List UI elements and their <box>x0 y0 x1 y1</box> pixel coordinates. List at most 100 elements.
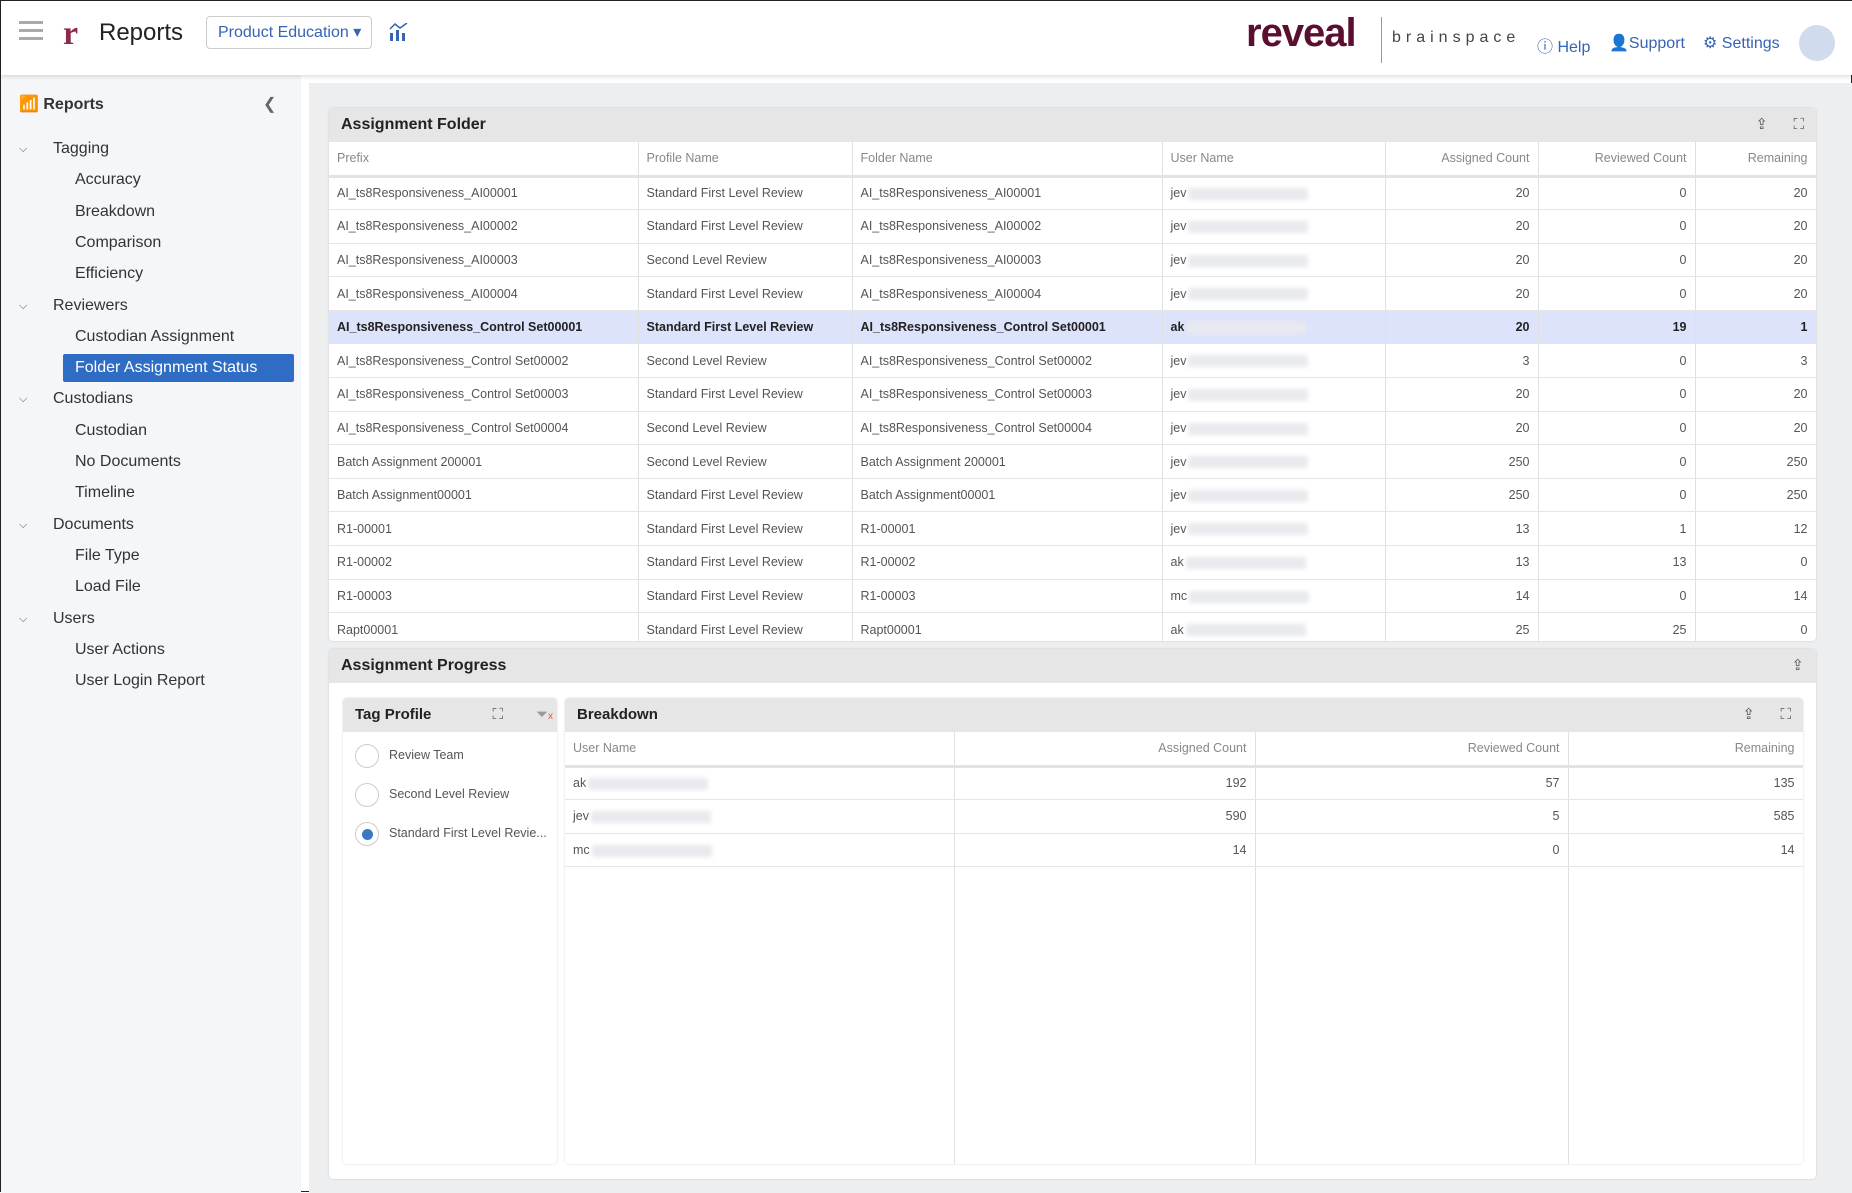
table-cell: Standard First Level Review <box>638 545 853 580</box>
radio-button[interactable] <box>355 783 379 807</box>
table-row[interactable]: AI_ts8Responsiveness_Control Set00002 Sec… <box>329 343 1816 379</box>
table-cell: 20 <box>1385 276 1539 311</box>
table-row[interactable]: AI_ts8Responsiveness_Control Set00004 Sec… <box>329 411 1816 446</box>
cell-text: 20 <box>1793 186 1808 201</box>
table-cell: 250 <box>1695 478 1816 513</box>
clear-filter-icon[interactable]: ⏷x <box>536 706 553 726</box>
table-cell: Second Level Review <box>638 444 853 479</box>
column-header[interactable]: Profile Name <box>638 142 853 178</box>
cell-text: 5 <box>1552 809 1560 824</box>
sidebar-section-tagging[interactable]: Tagging <box>53 135 109 163</box>
sidebar-section-custodians[interactable]: Custodians <box>53 385 133 413</box>
chevron-down-icon[interactable]: ⌵ <box>19 613 27 626</box>
chevron-down-icon[interactable]: ⌵ <box>19 393 27 406</box>
table-row[interactable]: Batch Assignment00001 Standard First Leve… <box>329 478 1816 513</box>
export-icon[interactable]: ⇪ <box>1791 657 1804 675</box>
table-cell: AI_ts8Responsiveness_Control Set00004 <box>329 411 639 446</box>
radio-button[interactable] <box>355 744 379 768</box>
table-row[interactable]: jev 590 5 585 <box>565 799 1803 834</box>
table-row[interactable]: ak 192 57 135 <box>565 766 1803 801</box>
table-row[interactable]: R1-00003 Standard First Level Review R1-00… <box>329 579 1816 614</box>
table-row[interactable]: AI_ts8Responsiveness_AI00004 Standard Fir… <box>329 276 1816 311</box>
chevron-down-icon[interactable]: ⌵ <box>19 143 27 156</box>
table-row[interactable]: Batch Assignment 200001 Second Level Revi… <box>329 444 1816 479</box>
chevron-down-icon[interactable]: ⌵ <box>19 519 27 532</box>
tag-profile-option[interactable]: Standard First Level Revie... <box>389 826 547 840</box>
table-cell: 14 <box>1568 833 1803 868</box>
avatar[interactable] <box>1799 25 1835 61</box>
sidebar-item-no-documents[interactable]: No Documents <box>75 448 181 476</box>
sidebar-item-user-login-report[interactable]: User Login Report <box>75 667 205 695</box>
hamburger-menu-icon[interactable] <box>19 21 43 41</box>
sidebar-item-custodian[interactable]: Custodian <box>75 417 147 445</box>
table-row[interactable]: R1-00002 Standard First Level Review R1-00… <box>329 545 1816 580</box>
sidebar-item-breakdown[interactable]: Breakdown <box>75 198 155 226</box>
cell-text: 135 <box>1773 776 1795 791</box>
table-cell: AI_ts8Responsiveness_AI00003 <box>329 243 639 278</box>
empty-cell <box>954 866 1256 1164</box>
tag-profile-option[interactable]: Review Team <box>389 748 464 762</box>
table-row[interactable]: AI_ts8Responsiveness_AI00002 Standard Fir… <box>329 209 1816 244</box>
chevron-down-icon[interactable]: ⌵ <box>19 300 27 313</box>
cell-text: 12 <box>1793 521 1808 536</box>
cell-text: ak <box>573 776 587 791</box>
sidebar-section-reviewers[interactable]: Reviewers <box>53 292 128 320</box>
sidebar-item-folder-assignment-status[interactable]: Folder Assignment Status <box>63 354 294 383</box>
table-cell: jev <box>1162 511 1386 547</box>
app-title: Reports <box>99 19 184 46</box>
tag-profile-option[interactable]: Second Level Review <box>389 787 509 801</box>
expand-icon[interactable]: ⛶ <box>1793 116 1804 134</box>
column-header[interactable]: Assigned Count <box>954 732 1256 768</box>
table-cell: Second Level Review <box>638 343 853 379</box>
sidebar-section-users[interactable]: Users <box>53 605 95 633</box>
sidebar-item-file-type[interactable]: File Type <box>75 542 140 570</box>
table-cell: 590 <box>954 799 1256 834</box>
settings-link[interactable]: ⚙ Settings <box>1703 33 1780 53</box>
column-header[interactable]: Assigned Count <box>1385 142 1539 178</box>
cell-text: 0 <box>1679 353 1687 368</box>
help-link[interactable]: ⓘ Help <box>1537 33 1590 57</box>
column-header[interactable]: Folder Name <box>852 142 1163 178</box>
column-header[interactable]: User Name <box>1162 142 1386 178</box>
reports-chart-icon[interactable] <box>389 23 409 41</box>
column-header[interactable]: User Name <box>565 732 955 768</box>
column-header[interactable]: Remaining <box>1568 732 1803 768</box>
table-row[interactable]: AI_ts8Responsiveness_AI00003 Second Level… <box>329 243 1816 278</box>
cell-text: 590 <box>1225 809 1247 824</box>
sidebar-item-comparison[interactable]: Comparison <box>75 229 161 257</box>
sidebar-item-accuracy[interactable]: Accuracy <box>75 166 141 194</box>
collapse-sidebar-icon[interactable]: ❮ <box>263 91 276 119</box>
sidebar-item-efficiency[interactable]: Efficiency <box>75 260 143 288</box>
sidebar-item-user-actions[interactable]: User Actions <box>75 636 165 664</box>
export-icon[interactable]: ⇪ <box>1742 706 1755 724</box>
table-row[interactable]: AI_ts8Responsiveness_AI00001 Standard Fir… <box>329 176 1816 211</box>
table-row[interactable]: Rapt00001 Standard First Level Review Rapt… <box>329 612 1816 641</box>
sidebar-section-documents[interactable]: Documents <box>53 511 134 539</box>
cell-text: 25 <box>1672 622 1687 637</box>
project-dropdown[interactable]: Product Education ▾ <box>206 16 372 49</box>
table-row[interactable]: AI_ts8Responsiveness_Control Set00003 Sta… <box>329 377 1816 412</box>
support-link[interactable]: 👤Support <box>1609 33 1685 53</box>
sidebar-item-timeline[interactable]: Timeline <box>75 479 135 507</box>
expand-icon[interactable]: ⛶ <box>1780 706 1791 724</box>
cell-text: AI_ts8Responsiveness_AI00002 <box>860 219 1042 234</box>
table-cell: mc <box>565 833 955 868</box>
table-cell: mc <box>1162 579 1386 614</box>
expand-icon[interactable]: ⛶ <box>492 706 503 724</box>
empty-cell <box>565 866 955 1164</box>
column-header[interactable]: Remaining <box>1695 142 1816 178</box>
table-row[interactable]: AI_ts8Responsiveness_Control Set00001 Sta… <box>329 310 1816 345</box>
table-cell: R1-00003 <box>329 579 639 614</box>
radio-button[interactable] <box>355 822 379 846</box>
column-header[interactable]: Reviewed Count <box>1538 142 1696 178</box>
column-header[interactable]: Prefix <box>329 142 639 178</box>
sidebar-item-load-file[interactable]: Load File <box>75 573 141 601</box>
table-row[interactable]: mc 14 0 14 <box>565 833 1803 868</box>
sidebar-item-custodian-assignment[interactable]: Custodian Assignment <box>75 323 234 351</box>
table-row[interactable]: R1-00001 Standard First Level Review R1-00… <box>329 511 1816 547</box>
table-cell: 0 <box>1538 343 1696 379</box>
export-icon[interactable]: ⇪ <box>1755 116 1768 134</box>
table-cell: 250 <box>1695 444 1816 479</box>
column-header[interactable]: Reviewed Count <box>1255 732 1569 768</box>
table-cell: ak <box>1162 612 1386 641</box>
